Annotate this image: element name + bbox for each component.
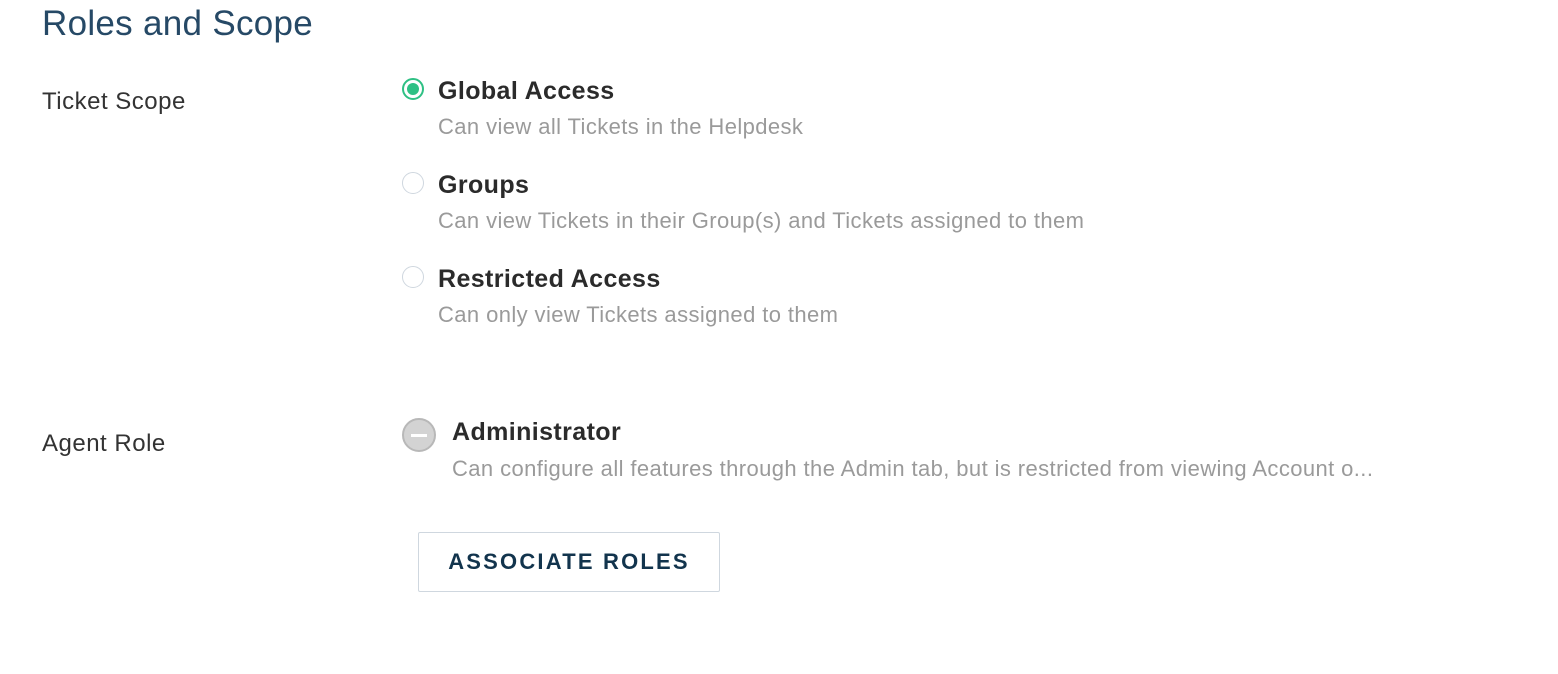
associate-roles-button[interactable]: ASSOCIATE ROLES <box>418 532 720 592</box>
radio-unchecked-icon[interactable] <box>402 172 424 194</box>
section-title: Roles and Scope <box>42 4 314 43</box>
radio-option-title: Restricted Access <box>438 265 661 293</box>
ticket-scope-label: Ticket Scope <box>42 88 186 115</box>
radio-option-description: Can view Tickets in their Group(s) and T… <box>438 208 1085 233</box>
role-description: Can configure all features through the A… <box>452 456 1374 481</box>
radio-option-title: Global Access <box>438 77 615 105</box>
radio-unchecked-icon[interactable] <box>402 266 424 288</box>
radio-option-description: Can view all Tickets in the Helpdesk <box>438 114 804 139</box>
radio-option-title: Groups <box>438 171 530 199</box>
radio-checked-icon[interactable] <box>402 78 424 100</box>
role-title: Administrator <box>452 418 622 446</box>
radio-option-description: Can only view Tickets assigned to them <box>438 302 839 327</box>
minus-circle-icon[interactable] <box>402 418 436 452</box>
agent-role-label: Agent Role <box>42 430 166 457</box>
